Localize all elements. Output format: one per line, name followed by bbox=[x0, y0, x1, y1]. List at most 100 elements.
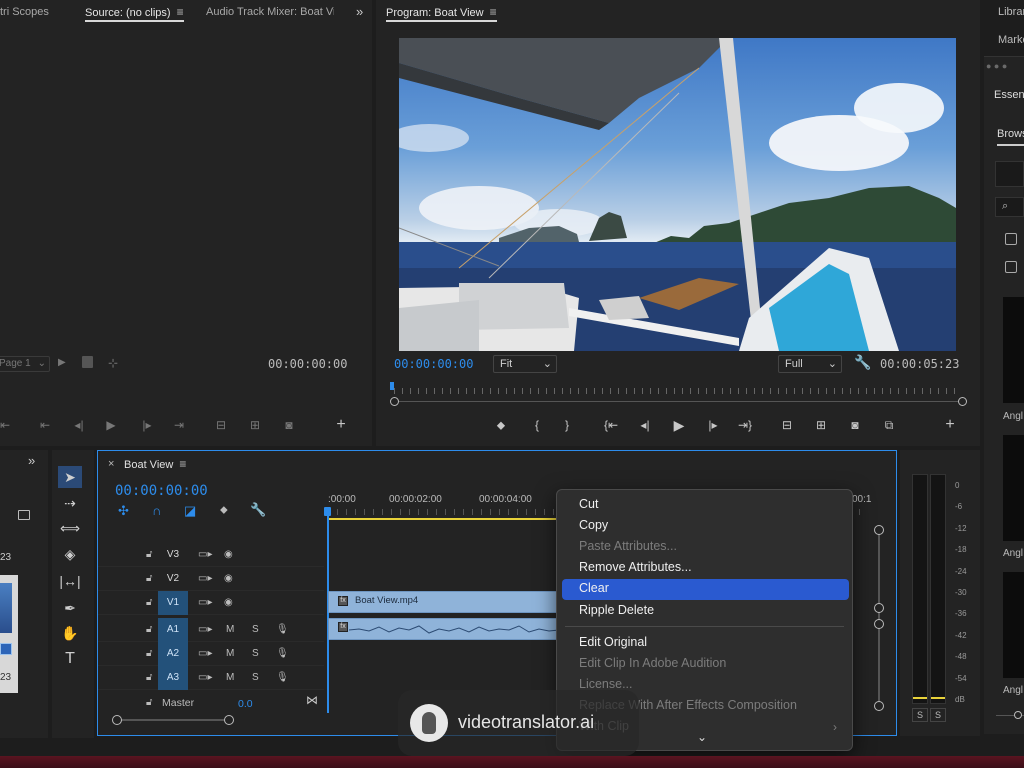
zoom-handle-right[interactable] bbox=[958, 397, 967, 406]
new-bin-icon[interactable] bbox=[18, 510, 30, 520]
step-forward-frame-icon[interactable]: |▸ bbox=[136, 418, 158, 432]
go-to-out-icon[interactable]: ⇥} bbox=[734, 418, 756, 432]
voice-over-record-icon[interactable]: 🎙︎ bbox=[276, 672, 289, 683]
go-to-in-icon[interactable]: {⇤ bbox=[600, 418, 622, 432]
tab-audio-track-mixer[interactable]: Audio Track Mixer: Boat Vi bbox=[206, 0, 334, 24]
track-select-tool-icon[interactable]: ⇢ bbox=[58, 492, 82, 514]
settings-small-icon[interactable]: ⊹ bbox=[108, 356, 118, 370]
type-tool-icon[interactable]: T bbox=[58, 648, 82, 670]
menu-item-edit-original[interactable]: Edit Original bbox=[579, 635, 647, 649]
wrench-icon[interactable]: 🔧 bbox=[854, 354, 871, 371]
track-name[interactable]: A1 bbox=[158, 618, 188, 642]
zoom-handle-left[interactable] bbox=[390, 397, 399, 406]
toggle-sync-lock-icon[interactable]: ▭▸ bbox=[198, 597, 212, 608]
menu-item-ripple-delete[interactable]: Ripple Delete bbox=[579, 603, 654, 617]
step-forward-frame-icon[interactable]: |▸ bbox=[702, 418, 724, 432]
comparison-view-icon[interactable]: ⧉ bbox=[878, 418, 900, 433]
mark-in-icon[interactable]: { bbox=[526, 418, 548, 432]
go-to-out-icon[interactable]: ⇥ bbox=[168, 418, 190, 432]
tab-lumetri-scopes[interactable]: tri Scopes bbox=[0, 0, 49, 24]
go-to-in-icon[interactable]: {⇤ bbox=[0, 418, 14, 432]
play-small-icon[interactable]: ▶ bbox=[58, 357, 66, 368]
scroll-handle-top[interactable] bbox=[874, 525, 884, 535]
track-lock-icon[interactable]: 🔓︎ bbox=[146, 573, 152, 584]
toggle-sync-lock-icon[interactable]: ▭▸ bbox=[198, 672, 212, 683]
play-icon[interactable]: ▶ bbox=[100, 418, 122, 432]
track-name[interactable]: V1 bbox=[158, 591, 188, 615]
audio-clip[interactable]: fx bbox=[328, 618, 559, 640]
overwrite-icon[interactable]: ⊞ bbox=[244, 418, 266, 432]
thumb-size-slider[interactable] bbox=[996, 711, 1024, 719]
more-tabs-icon[interactable]: » bbox=[356, 0, 363, 24]
tab-source[interactable]: Source: (no clips) ≡ bbox=[85, 0, 184, 24]
toggle-output-eye-icon[interactable]: ◉ bbox=[224, 597, 233, 608]
add-marker-icon[interactable]: ⬥ bbox=[220, 504, 228, 517]
checkbox-2[interactable] bbox=[1005, 261, 1017, 273]
hamburger-menu-icon[interactable]: ≡ bbox=[179, 457, 186, 471]
scroll-handle-bottom[interactable] bbox=[874, 701, 884, 711]
step-back-frame-icon[interactable]: ◂| bbox=[68, 418, 90, 432]
track-name[interactable]: A3 bbox=[158, 666, 188, 690]
track-name[interactable]: V2 bbox=[158, 567, 188, 591]
master-lock-icon[interactable]: 🔓︎ bbox=[146, 697, 152, 708]
track-lock-icon[interactable]: 🔓︎ bbox=[146, 624, 152, 635]
template-thumb-1[interactable] bbox=[1003, 297, 1024, 403]
nest-icon[interactable]: ✣ bbox=[118, 503, 129, 519]
solo-button[interactable]: S bbox=[252, 672, 259, 683]
tab-browse[interactable]: Brows bbox=[997, 128, 1024, 140]
tab-markers[interactable]: Marke bbox=[998, 34, 1024, 46]
master-value[interactable]: 0.0 bbox=[238, 698, 253, 710]
voice-over-record-icon[interactable]: 🎙︎ bbox=[276, 648, 289, 659]
tab-program[interactable]: Program: Boat View ≡ bbox=[386, 0, 497, 24]
checkbox-1[interactable] bbox=[1005, 233, 1017, 245]
add-button-icon[interactable]: + bbox=[939, 416, 961, 434]
program-video-frame[interactable] bbox=[399, 38, 956, 351]
timeline-zoom-scrollbar[interactable] bbox=[112, 715, 234, 725]
template-thumb-3[interactable] bbox=[1003, 572, 1024, 678]
camera-icon[interactable]: ◙ bbox=[278, 418, 300, 432]
program-current-timecode[interactable]: 00:00:00:00 bbox=[394, 357, 473, 371]
razor-tool-icon[interactable]: ◈ bbox=[58, 543, 82, 565]
solo-right-button[interactable]: S bbox=[930, 708, 946, 722]
library-select[interactable] bbox=[995, 161, 1024, 187]
close-sequence-icon[interactable]: × bbox=[108, 458, 114, 470]
program-scrubber[interactable] bbox=[390, 382, 967, 406]
toggle-sync-lock-icon[interactable]: ▭▸ bbox=[198, 624, 212, 635]
slider-handle[interactable] bbox=[1014, 711, 1022, 719]
lift-icon[interactable]: ⊟ bbox=[776, 418, 798, 432]
slip-tool-icon[interactable]: |↔| bbox=[58, 570, 82, 592]
ripple-edit-tool-icon[interactable]: ⟺ bbox=[58, 517, 82, 539]
timeline-vertical-scrollbar[interactable] bbox=[874, 525, 884, 711]
track-lock-icon[interactable]: 🔓︎ bbox=[146, 549, 152, 560]
toggle-output-eye-icon[interactable]: ◉ bbox=[224, 573, 233, 584]
toggle-sync-lock-icon[interactable]: ▭▸ bbox=[198, 573, 212, 584]
zoom-handle-right[interactable] bbox=[224, 715, 234, 725]
track-lock-icon[interactable]: 🔓︎ bbox=[146, 648, 152, 659]
menu-item-cut[interactable]: Cut bbox=[579, 497, 598, 511]
more-panels-icon[interactable]: » bbox=[28, 453, 35, 468]
toggle-output-eye-icon[interactable]: ◉ bbox=[224, 549, 233, 560]
work-area-bar[interactable] bbox=[329, 518, 559, 520]
snap-magnet-icon[interactable]: ∩ bbox=[152, 503, 161, 518]
mute-button[interactable]: M bbox=[226, 672, 234, 683]
scroll-handle-mid2[interactable] bbox=[874, 619, 884, 629]
step-back-frame-icon[interactable]: ◂| bbox=[634, 418, 656, 432]
timeline-timecode[interactable]: 00:00:00:00 bbox=[115, 483, 208, 499]
track-lock-icon[interactable]: 🔓︎ bbox=[146, 672, 152, 683]
scroll-down-icon[interactable]: ⌄ bbox=[697, 730, 707, 744]
selection-tool-icon[interactable]: ➤ bbox=[58, 466, 82, 488]
toggle-sync-lock-icon[interactable]: ▭▸ bbox=[198, 549, 212, 560]
camera-icon[interactable]: ◙ bbox=[844, 418, 866, 432]
hamburger-menu-icon[interactable]: ≡ bbox=[177, 5, 184, 19]
timeline-settings-icon[interactable]: 🔧 bbox=[250, 502, 266, 518]
track-name[interactable]: A2 bbox=[158, 642, 188, 666]
resolution-select[interactable]: Full ⌄ bbox=[778, 355, 842, 373]
insert-icon[interactable]: ⊟ bbox=[210, 418, 232, 432]
menu-item-remove-attributes[interactable]: Remove Attributes... bbox=[579, 560, 692, 574]
menu-item-clear[interactable]: Clear bbox=[579, 581, 609, 595]
hand-tool-icon[interactable]: ✋ bbox=[58, 622, 82, 644]
template-thumb-2[interactable] bbox=[1003, 435, 1024, 541]
solo-button[interactable]: S bbox=[252, 624, 259, 635]
page-select[interactable]: Page 1 ⌄ bbox=[0, 356, 50, 372]
toggle-sync-lock-icon[interactable]: ▭▸ bbox=[198, 648, 212, 659]
